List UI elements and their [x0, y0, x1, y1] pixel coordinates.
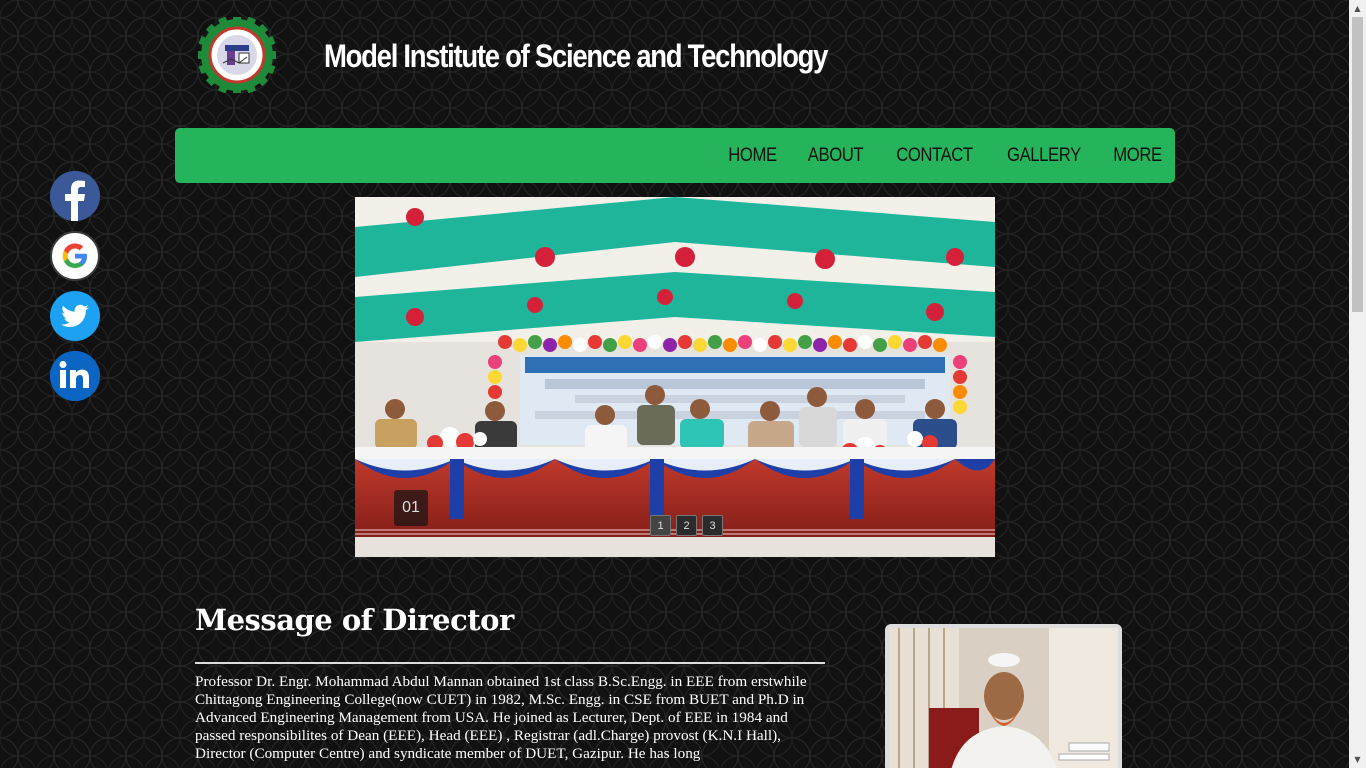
- google-icon: [62, 243, 87, 268]
- facebook-link[interactable]: [50, 171, 100, 221]
- nav-gallery[interactable]: GALLERY: [1007, 145, 1081, 167]
- director-message-title: Message of Director: [195, 603, 514, 637]
- nav-more[interactable]: MORE: [1113, 145, 1162, 167]
- nav-home[interactable]: HOME: [729, 145, 778, 167]
- google-link[interactable]: [50, 231, 100, 281]
- institute-logo[interactable]: [197, 15, 277, 95]
- facebook-icon: [50, 171, 100, 221]
- scrollbar-thumb[interactable]: [1352, 17, 1363, 312]
- director-photo: [885, 624, 1122, 768]
- hero-slider[interactable]: [355, 197, 995, 557]
- slider-dot-3[interactable]: 3: [702, 515, 723, 536]
- twitter-link[interactable]: [50, 291, 100, 341]
- scroll-up-icon[interactable]: ▲: [1349, 0, 1366, 17]
- nav-about[interactable]: ABOUT: [808, 145, 864, 167]
- event-photo: [355, 197, 995, 557]
- title-divider: [195, 662, 825, 664]
- main-navbar: HOME ABOUT CONTACT GALLERY MORE: [175, 128, 1175, 183]
- director-message-body: Professor Dr. Engr. Mohammad Abdul Manna…: [195, 673, 807, 762]
- linkedin-icon: [50, 351, 100, 401]
- scroll-down-icon[interactable]: ▼: [1349, 751, 1366, 768]
- twitter-icon: [61, 304, 89, 327]
- slide-counter: 01: [394, 490, 428, 526]
- nav-menu: HOME ABOUT CONTACT GALLERY MORE: [701, 128, 1165, 183]
- linkedin-link[interactable]: [50, 351, 100, 401]
- slider-pagination: 1 2 3: [650, 515, 723, 536]
- site-title: Model Institute of Science and Technolog…: [324, 38, 828, 74]
- slider-dot-2[interactable]: 2: [676, 515, 697, 536]
- vertical-scrollbar[interactable]: ▲ ▼: [1349, 0, 1366, 768]
- nav-contact[interactable]: CONTACT: [896, 145, 973, 167]
- slider-dot-1[interactable]: 1: [650, 515, 671, 536]
